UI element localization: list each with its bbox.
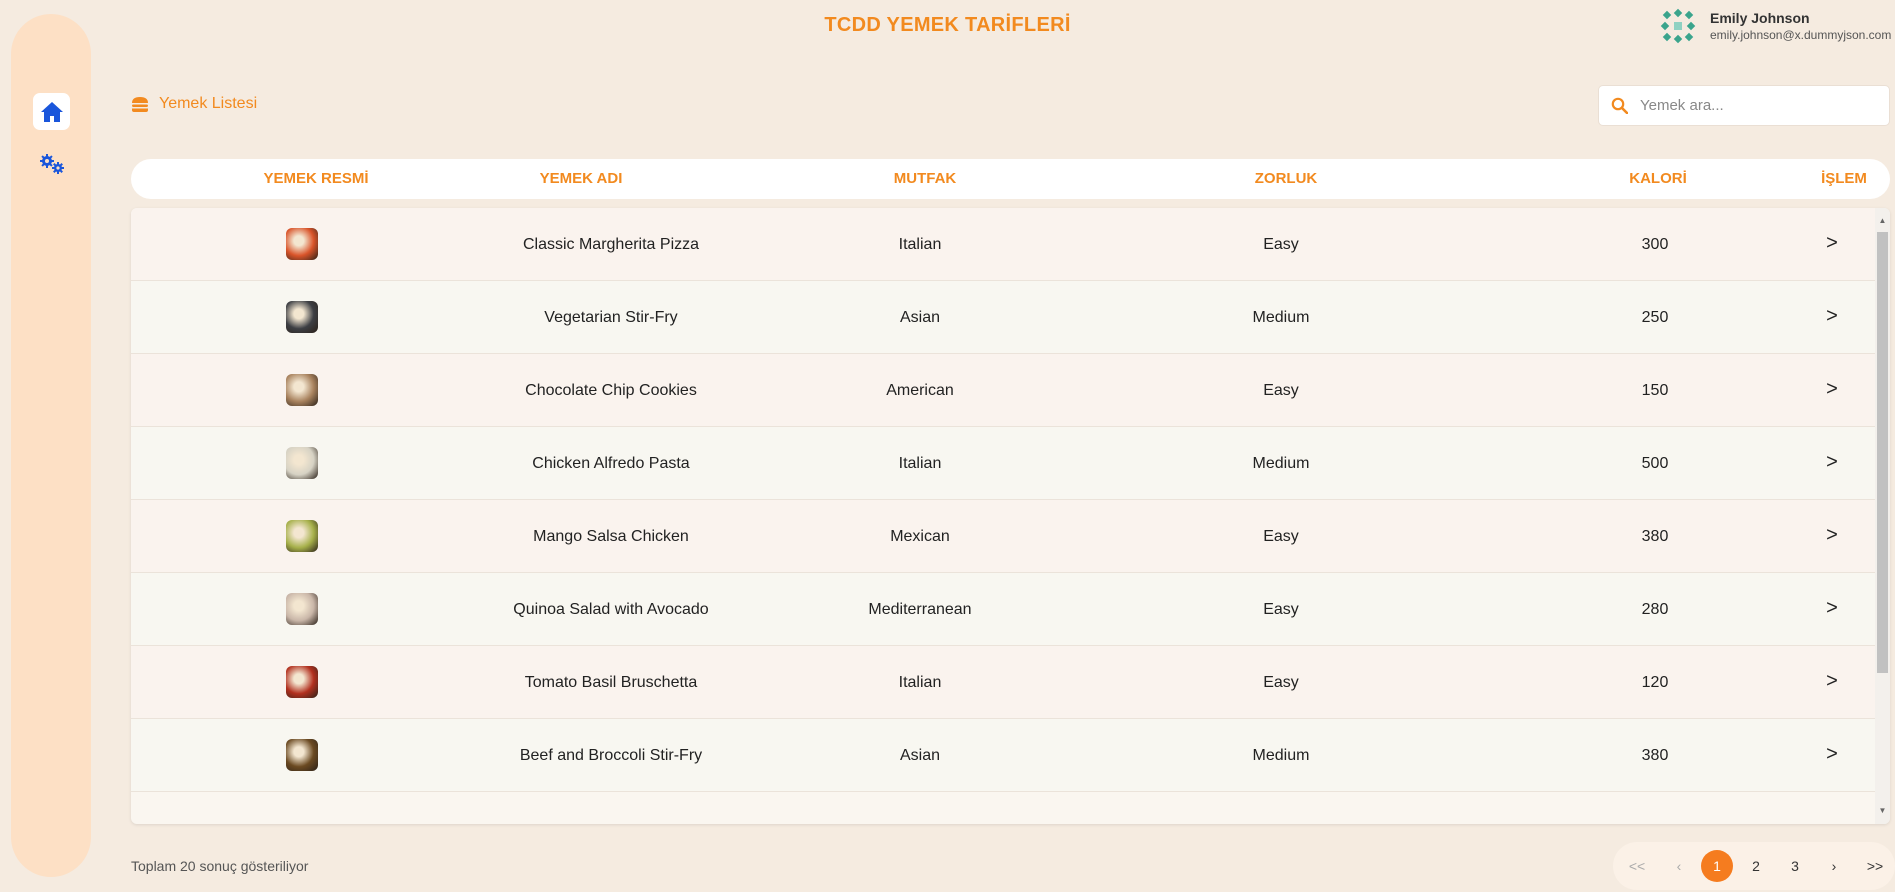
recipe-name: Chicken Alfredo Pasta (532, 455, 690, 472)
header-cuisine: MUTFAK (893, 170, 957, 187)
home-icon (40, 101, 63, 122)
recipe-table: Classic Margherita Pizza Italian Easy 300 > V… (131, 208, 1890, 824)
row-detail-button[interactable]: > (1812, 427, 1852, 500)
recipe-calories: 380 (1641, 528, 1669, 545)
row-detail-button[interactable]: > (1812, 281, 1852, 354)
recipe-image (286, 228, 318, 260)
app-title: TCDD YEMEK TARİFLERİ (824, 14, 1071, 36)
recipe-calories: 120 (1641, 674, 1669, 691)
recipe-difficulty: Easy (1263, 674, 1299, 691)
pagination: << ‹ 1 2 3 › >> (1613, 842, 1895, 890)
recipe-calories: 300 (1641, 236, 1669, 253)
recipe-name: Beef and Broccoli Stir-Fry (519, 747, 703, 764)
recipe-calories: 150 (1641, 382, 1669, 399)
recipe-difficulty: Medium (1252, 747, 1310, 764)
scroll-up-arrow[interactable]: ▲ (1875, 214, 1890, 228)
recipe-difficulty: Easy (1263, 236, 1299, 253)
table-row[interactable]: Chicken Alfredo Pasta Italian Medium 500 > (131, 427, 1875, 500)
row-detail-button[interactable]: > (1812, 208, 1852, 281)
recipe-cuisine: Italian (898, 455, 942, 472)
recipe-name: Chocolate Chip Cookies (525, 382, 697, 399)
table-row[interactable]: Vegetarian Stir-Fry Asian Medium 250 > (131, 281, 1875, 354)
recipe-difficulty: Easy (1263, 528, 1299, 545)
recipe-calories: 380 (1641, 747, 1669, 764)
recipe-name: Mango Salsa Chicken (533, 528, 689, 545)
user-email: emily.johnson@x.dummyjson.com (1710, 27, 1892, 42)
user-name: Emily Johnson (1710, 9, 1810, 26)
recipe-name: Vegetarian Stir-Fry (544, 309, 678, 326)
header-action: İŞLEM (1821, 170, 1867, 187)
burger-icon (132, 96, 148, 112)
recipe-name: Quinoa Salad with Avocado (513, 601, 709, 618)
last-page-button[interactable]: >> (1859, 850, 1891, 882)
table-row[interactable]: Tomato Basil Bruschetta Italian Easy 120 > (131, 646, 1875, 719)
page-button-2[interactable]: 2 (1740, 850, 1772, 882)
header-difficulty: ZORLUK (1254, 170, 1318, 187)
header-image: YEMEK RESMİ (263, 170, 369, 187)
recipe-calories: 500 (1641, 455, 1669, 472)
recipe-cuisine: Asian (899, 747, 941, 764)
recipe-image (286, 666, 318, 698)
header-calories: KALORİ (1629, 170, 1687, 187)
recipe-difficulty: Easy (1263, 601, 1299, 618)
recipe-image (286, 447, 318, 479)
recipe-cuisine: Mediterranean (868, 601, 972, 618)
avatar (1660, 8, 1696, 44)
table-row[interactable]: Beef and Broccoli Stir-Fry Asian Medium 380… (131, 719, 1875, 792)
gears-icon (39, 153, 64, 174)
search-icon (1611, 97, 1628, 114)
user-profile[interactable]: Emily Johnson emily.johnson@x.dummyjson.… (1660, 8, 1891, 44)
sidebar (11, 14, 91, 877)
next-page-button[interactable]: › (1818, 850, 1850, 882)
scrollbar[interactable]: ▲ ▼ (1875, 208, 1890, 824)
recipe-image (286, 593, 318, 625)
row-detail-button[interactable]: > (1812, 719, 1852, 792)
search-box[interactable] (1598, 85, 1890, 126)
scroll-down-arrow[interactable]: ▼ (1875, 804, 1890, 818)
table-row[interactable]: Chocolate Chip Cookies American Easy 150 > (131, 354, 1875, 427)
recipe-cuisine: American (886, 382, 954, 399)
prev-page-button[interactable]: ‹ (1663, 850, 1695, 882)
recipe-cuisine: Asian (899, 309, 941, 326)
row-detail-button[interactable]: > (1812, 500, 1852, 573)
recipe-difficulty: Easy (1263, 382, 1299, 399)
table-header: YEMEK RESMİ YEMEK ADI MUTFAK ZORLUK KALO… (131, 159, 1890, 199)
page-button-1[interactable]: 1 (1701, 850, 1733, 882)
section-title-label: Yemek Listesi (159, 95, 258, 112)
section-title: Yemek Listesi (131, 95, 257, 113)
recipe-name: Tomato Basil Bruschetta (524, 674, 698, 691)
row-detail-button[interactable]: > (1812, 573, 1852, 646)
search-input[interactable] (1640, 97, 1870, 114)
recipe-image (286, 374, 318, 406)
table-row[interactable]: Quinoa Salad with Avocado Mediterranean Ea… (131, 573, 1875, 646)
recipe-image (286, 520, 318, 552)
row-detail-button[interactable]: > (1812, 354, 1852, 427)
recipe-cuisine: Italian (898, 236, 942, 253)
recipe-difficulty: Medium (1252, 455, 1310, 472)
results-summary: Toplam 20 sonuç gösteriliyor (131, 858, 309, 874)
page-button-3[interactable]: 3 (1779, 850, 1811, 882)
recipe-image (286, 739, 318, 771)
recipe-image (286, 301, 318, 333)
recipe-name: Classic Margherita Pizza (522, 236, 700, 253)
first-page-button[interactable]: << (1621, 850, 1653, 882)
recipe-calories: 250 (1641, 309, 1669, 326)
sidebar-item-settings[interactable] (33, 145, 70, 182)
header-name: YEMEK ADI (539, 170, 623, 187)
table-row[interactable]: Mango Salsa Chicken Mexican Easy 380 > (131, 500, 1875, 573)
table-row[interactable]: Classic Margherita Pizza Italian Easy 300 > (131, 208, 1875, 281)
scrollbar-thumb[interactable] (1877, 232, 1888, 673)
recipe-difficulty: Medium (1252, 309, 1310, 326)
recipe-cuisine: Mexican (890, 528, 950, 545)
row-detail-button[interactable]: > (1812, 646, 1852, 719)
recipe-cuisine: Italian (898, 674, 942, 691)
recipe-calories: 280 (1641, 601, 1669, 618)
sidebar-item-home[interactable] (33, 93, 70, 130)
